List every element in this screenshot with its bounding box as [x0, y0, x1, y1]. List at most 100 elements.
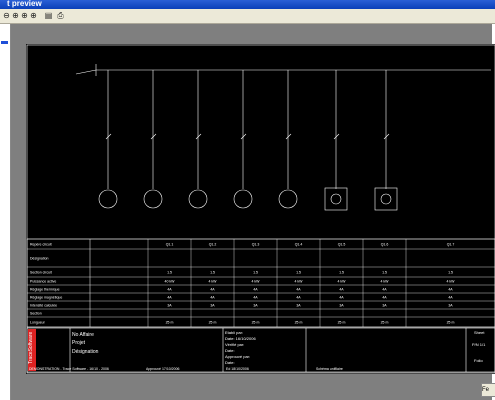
table-cell: 3A	[167, 304, 172, 308]
table-cell: 4A	[210, 296, 215, 300]
verifie-label: Vérifié par:	[225, 342, 244, 347]
circuit-branch	[233, 70, 253, 209]
table-cell: 4A	[167, 288, 172, 292]
table-cell: 4A	[210, 288, 215, 292]
table-cell: 4A	[339, 288, 344, 292]
table-cell: 1.5	[296, 271, 301, 275]
row-label: Section circuit	[30, 271, 52, 275]
table-cell: 3A	[296, 304, 301, 308]
footer-left-text: DEMONSTRATION - Trace Software - 16/10 -…	[29, 367, 109, 371]
table-cell: Q1.2	[209, 243, 217, 247]
table-cell: 4 kW	[252, 280, 261, 284]
circuit-branch	[188, 70, 208, 209]
motor-symbol	[233, 189, 253, 209]
table-cell: 25 m	[209, 321, 217, 325]
row-label: Repère circuit	[30, 243, 52, 247]
table-cell: 4A	[382, 296, 387, 300]
circuit-table-grid	[27, 238, 495, 328]
table-cell: 4 kW	[295, 280, 304, 284]
date2-label: Date:	[225, 348, 235, 353]
row-label: Désignation	[30, 257, 49, 261]
table-cell: Q1.7	[447, 243, 455, 247]
motor-symbol	[188, 189, 208, 209]
row-label: Puissance active	[30, 280, 56, 284]
table-cell: 4 kW	[338, 280, 347, 284]
sheet-label: Sheet	[474, 330, 485, 335]
table-cell: 4A	[382, 288, 387, 292]
table-cell: 4A	[167, 296, 172, 300]
row-label: Intensité calculée	[30, 304, 57, 308]
row-label: Section	[30, 312, 42, 316]
window-title: t preview	[7, 0, 42, 8]
page-icon[interactable]: ▤	[44, 11, 53, 20]
zoom-fit-icon[interactable]: ⊕	[20, 11, 29, 20]
close-button[interactable]: Fe	[481, 383, 495, 397]
table-cell: 25 m	[166, 321, 174, 325]
row-labels: Repère circuit Désignation Section circuit…	[30, 243, 62, 325]
panel-marker	[1, 41, 8, 44]
date-label: Date: 16/10/2006	[225, 336, 256, 341]
table-cell: 4A	[296, 296, 301, 300]
circuit-table	[26, 238, 495, 328]
table-cell: Q1.3	[252, 243, 260, 247]
drawing-sheet: Repère circuit Désignation Section circuit…	[26, 44, 495, 374]
affaire-label: No Affaire	[72, 332, 94, 338]
zoom-region-icon[interactable]: ⊕	[29, 11, 38, 20]
circuit-branch	[143, 70, 163, 209]
folio-label: Folio	[474, 358, 483, 363]
print-icon[interactable]: ⎙	[56, 11, 65, 20]
table-cell: 25 m	[252, 321, 260, 325]
circuit-branch	[374, 70, 398, 211]
table-cell: 1.5	[210, 271, 215, 275]
lamp-symbol	[330, 193, 342, 205]
date3-label: Date:	[225, 360, 235, 365]
window-titlebar: t preview	[0, 0, 495, 9]
table-cell: 4A	[296, 288, 301, 292]
table-cell: 40 kW	[165, 280, 176, 284]
zoom-out-icon[interactable]: ⊖	[2, 11, 11, 20]
circuit-branch	[278, 70, 298, 209]
device-box	[374, 187, 398, 211]
table-cell: 25 m	[447, 321, 455, 325]
footer-mid-text: Approuvé 17/10/2006	[146, 367, 180, 371]
table-cell: 4A	[339, 296, 344, 300]
table-cell: 3A	[210, 304, 215, 308]
table-cell: 4 kW	[381, 280, 390, 284]
navigation-panel[interactable]	[0, 24, 11, 400]
zoom-in-icon[interactable]: ⊕	[11, 11, 20, 20]
table-cell: 3A	[382, 304, 387, 308]
table-cell: Q1.5	[338, 243, 346, 247]
cell-values: Q1.1 1.5 40 kW 4A 4A 3A 25 m Q1.2 1.5 4 kW 4A 4A 3A 2…	[165, 243, 456, 325]
incoming-feeder	[75, 69, 97, 75]
lamp-symbol	[380, 193, 392, 205]
table-cell: 4A	[253, 288, 258, 292]
table-cell: 3A	[253, 304, 258, 308]
table-cell: 25 m	[381, 321, 389, 325]
table-cell: 3A	[448, 304, 453, 308]
table-cell: 25 m	[295, 321, 303, 325]
projet-label: Projet	[72, 340, 86, 346]
brand-name: TraceSoftware	[28, 331, 34, 364]
motor-symbol	[143, 189, 163, 209]
circuit-branch	[324, 70, 348, 211]
table-cell: Q1.6	[381, 243, 389, 247]
circuit-branches	[98, 70, 398, 211]
row-label: Réglage magnétique	[30, 296, 62, 300]
table-cell: 4A	[253, 296, 258, 300]
sheet-border	[26, 44, 495, 374]
approuve-label: Approuvé par:	[225, 354, 250, 359]
table-cell: 4 kW	[447, 280, 456, 284]
footer-right-text: Schéma unifilaire	[316, 367, 343, 371]
table-cell: 4A	[448, 288, 453, 292]
motor-symbol	[98, 189, 118, 209]
page-number: P/N 1/1	[472, 342, 486, 347]
close-button-label: Fe	[482, 387, 490, 393]
table-cell: 3A	[339, 304, 344, 308]
table-cell: Q1.1	[166, 243, 174, 247]
circuit-branch	[98, 70, 118, 209]
motor-symbol	[278, 189, 298, 209]
table-cell: 1.5	[382, 271, 387, 275]
table-cell: Q1.4	[295, 243, 303, 247]
table-cell: 4 kW	[209, 280, 218, 284]
table-cell: 1.5	[253, 271, 258, 275]
